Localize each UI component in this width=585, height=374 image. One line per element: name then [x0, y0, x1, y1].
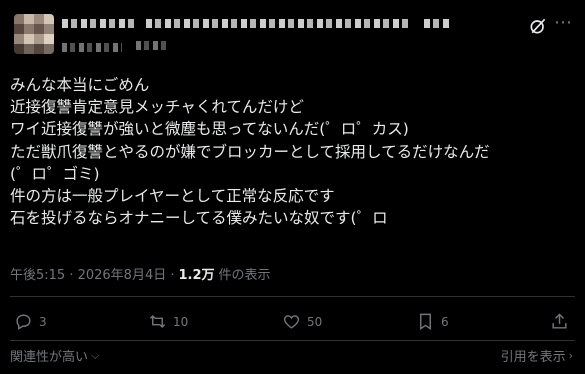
- author-display-name-tail[interactable]: [424, 19, 452, 28]
- tweet-text: みんな本当にごめん 近接復讐肯定意見メッチャくれてんだけど ワイ近接復讐が強いと…: [10, 74, 575, 229]
- grok-icon[interactable]: [528, 16, 548, 36]
- share-button[interactable]: [550, 312, 575, 331]
- tweet-line: ワイ近接復讐が強いと微塵も思ってないんだ(゜ロ゜カス): [10, 120, 409, 139]
- chevron-right-icon: ›: [568, 349, 573, 362]
- avatar[interactable]: [14, 14, 54, 54]
- divider-bottom: [10, 340, 575, 341]
- tweet-line: みんな本当にごめん: [10, 76, 150, 94]
- author-display-name[interactable]: [62, 19, 134, 28]
- tweet-meta: 午後5:15 · 2026年8月4日 · 1.2万 件の表示: [10, 262, 271, 284]
- tweet-line: 近接復讐肯定意見メッチャくれてんだけど: [10, 98, 304, 117]
- like-button[interactable]: 50: [282, 312, 322, 331]
- reply-count: 3: [39, 314, 47, 329]
- reply-icon: [16, 314, 31, 330]
- author-display-name-ext[interactable]: [146, 19, 412, 28]
- repost-icon: [149, 314, 166, 329]
- tweet-line: 件の方は一般プレイヤーとして正常な反応です: [10, 187, 335, 206]
- repost-button[interactable]: 10: [148, 312, 188, 331]
- author-handle[interactable]: [62, 43, 122, 52]
- tweet-line: (゜ロ゜ゴミ): [10, 164, 100, 183]
- views-count[interactable]: 1.2万: [178, 264, 214, 283]
- like-count: 50: [307, 314, 323, 329]
- divider-top: [10, 296, 575, 297]
- tweet-header: ⋯: [0, 0, 585, 62]
- more-icon[interactable]: ⋯: [554, 14, 572, 32]
- action-bar: 3 10 50 6: [0, 308, 585, 338]
- reply-button[interactable]: 3: [14, 312, 47, 331]
- views-label: 件の表示: [218, 267, 271, 283]
- chevron-down-icon: ⌵: [91, 348, 100, 362]
- timestamp[interactable]: 午後5:15 · 2026年8月4日 ·: [10, 264, 174, 283]
- sort-label: 関連性が高い: [10, 350, 89, 365]
- bookmark-icon: [420, 313, 431, 330]
- reply-sort-bar: 関連性が高い ⌵ 引用を表示 ›: [10, 344, 575, 366]
- sort-relevance-button[interactable]: 関連性が高い ⌵: [10, 346, 100, 366]
- tweet-line: ただ獣爪復讐とやるのが嫌でブロッカーとして採用してるだけなんだ: [10, 142, 490, 161]
- share-icon: [552, 313, 567, 329]
- view-quotes-link[interactable]: 引用を表示 ›: [501, 346, 573, 365]
- follow-status: [136, 41, 166, 50]
- repost-count: 10: [173, 314, 189, 329]
- tweet-line: 石を投げるならオナニーしてる僕みたいな奴です(゜ロ: [10, 209, 388, 228]
- like-icon: [283, 315, 300, 329]
- bookmark-button[interactable]: 6: [416, 312, 449, 331]
- bookmark-count: 6: [441, 314, 449, 329]
- quotes-label: 引用を表示: [500, 350, 566, 365]
